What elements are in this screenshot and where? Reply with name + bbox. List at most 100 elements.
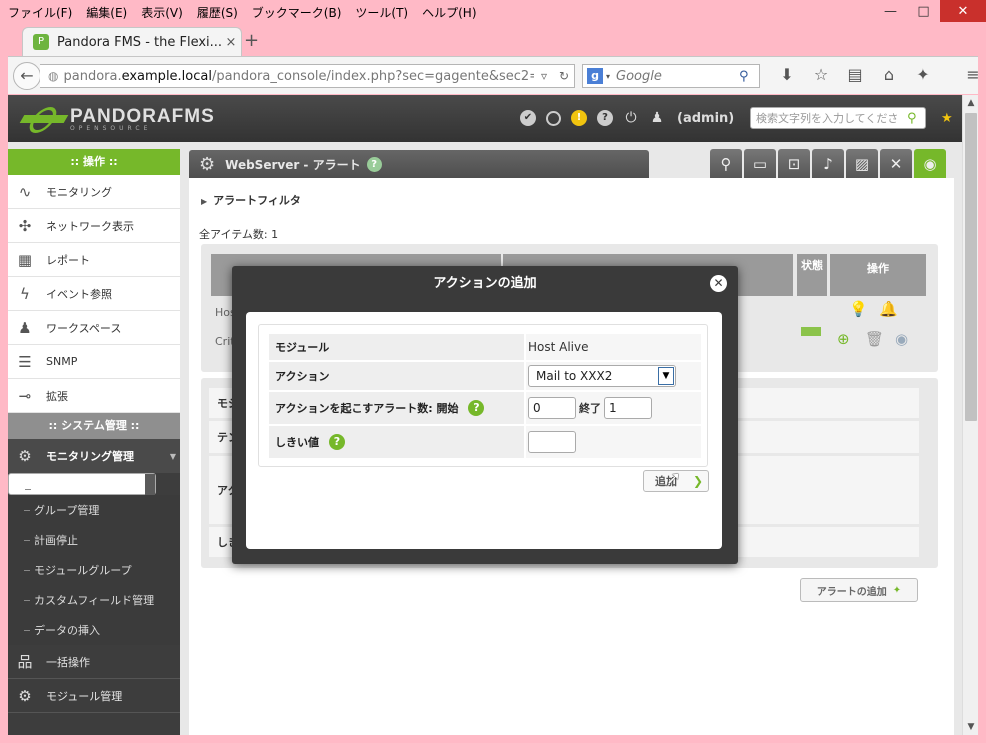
gear-icon: ⚙ xyxy=(199,153,216,175)
menu-view[interactable]: 表示(V) xyxy=(141,4,183,21)
menu-bookmarks[interactable]: ブックマーク(B) xyxy=(252,4,342,21)
menu-help[interactable]: ヘルプ(H) xyxy=(422,4,476,21)
sidebar-subitem-module-groups[interactable]: モジュールグループ xyxy=(8,555,180,585)
sidebar-item-monitoring-admin[interactable]: ⚙ モニタリング管理 ▼ xyxy=(8,439,180,473)
add-alert-label: アラートの追加 xyxy=(816,586,887,598)
sidebar-item-extensions[interactable]: ⊸ 拡張 xyxy=(8,379,180,413)
bell-icon[interactable]: 🔔 xyxy=(879,300,898,318)
menu-tools[interactable]: ツール(T) xyxy=(355,4,408,21)
sidebar-item-label: SNMP xyxy=(46,355,78,368)
browser-tab[interactable]: P Pandora FMS - the Flexi... × xyxy=(22,27,242,56)
add-icon[interactable]: ⊕ xyxy=(837,330,850,348)
module-admin-icon: ⚙ xyxy=(18,686,32,705)
sidebar-subitem-custom-fields[interactable]: カスタムフィールド管理 xyxy=(8,585,180,615)
sidebar-subitem-downtime[interactable]: 計画停止 xyxy=(8,525,180,555)
tab-tools-icon[interactable]: ✕ xyxy=(880,149,912,179)
user-name[interactable]: (admin) xyxy=(677,111,734,126)
close-window-button[interactable]: ✕ xyxy=(940,0,986,22)
sidebar-subitem-label: 計画停止 xyxy=(34,534,78,547)
reload-icon[interactable]: ↻ xyxy=(554,69,574,83)
sidebar-item-events[interactable]: ϟ イベント参照 xyxy=(8,277,180,311)
search-bar[interactable]: g ▾ Google ⚲ xyxy=(582,64,760,88)
sidebar-item-monitoring[interactable]: ∿ モニタリング xyxy=(8,175,180,209)
minimize-button[interactable]: — xyxy=(874,0,907,22)
tab-graphs-icon[interactable]: ▨ xyxy=(846,149,878,179)
action-select-value: Mail to XXX2 xyxy=(536,369,613,383)
help-icon[interactable]: ? xyxy=(329,434,345,450)
sidebar-item-label: 拡張 xyxy=(46,389,68,403)
url-bar[interactable]: ◍ pandora.example.local/pandora_console/… xyxy=(40,64,575,88)
warning-icon[interactable]: ! xyxy=(571,110,587,126)
close-icon[interactable]: ✕ xyxy=(710,275,727,292)
tab-search-icon[interactable]: ⚲ xyxy=(710,149,742,179)
sidebar-item-workspace[interactable]: ♟ ワークスペース xyxy=(8,311,180,345)
menu-history[interactable]: 履歴(S) xyxy=(197,4,238,21)
addon-icon[interactable]: ✦ xyxy=(906,65,940,84)
sidebar-item-bulk[interactable]: 品 一括操作 xyxy=(8,645,180,679)
pandora-header: PANDORAFMS OPENSOURCE ✔ ! ? ⏻ ♟ (admin) … xyxy=(8,95,962,142)
home-icon[interactable]: ⌂ xyxy=(872,65,906,84)
page-scrollbar[interactable]: ▲ ▼ xyxy=(962,95,978,735)
maximize-button[interactable]: □ xyxy=(907,0,940,22)
help-icon[interactable]: ? xyxy=(597,110,613,126)
status-ok-icon[interactable]: ✔ xyxy=(520,110,536,126)
fire-end-input[interactable]: 1 xyxy=(604,397,652,419)
user-icon: ♟ xyxy=(18,318,32,337)
fire-end-label: 終了 xyxy=(579,402,601,415)
sidebar-item-label: イベント参照 xyxy=(46,287,112,301)
fire-start-input[interactable]: 0 xyxy=(528,397,576,419)
engine-dropdown-icon[interactable]: ▾ xyxy=(606,72,610,81)
trash-icon[interactable]: 🗑 xyxy=(865,330,884,348)
menu-icon[interactable]: ≡ xyxy=(956,65,986,84)
new-tab-button[interactable]: + xyxy=(244,30,259,51)
google-icon[interactable]: g xyxy=(587,68,603,84)
action-select[interactable]: Mail to XXX2 ▼ xyxy=(528,365,676,387)
header-search-input[interactable]: 検索文字列を入力してくださ ⚲ xyxy=(750,107,926,129)
add-alert-button[interactable]: アラートの追加 ✦ xyxy=(800,578,918,602)
sidebar-subitem-agents[interactable]: エージェント管理 xyxy=(8,473,156,504)
search-placeholder: Google xyxy=(616,68,662,84)
sidebar-item-label: モニタリング管理 xyxy=(46,450,134,463)
help-icon[interactable]: ? xyxy=(468,400,485,416)
scrollbar-thumb[interactable] xyxy=(965,113,977,421)
user-icon[interactable]: ♟ xyxy=(649,110,665,126)
sidebar-item-reports[interactable]: ▦ レポート xyxy=(8,243,180,277)
download-icon[interactable]: ⬇ xyxy=(770,65,804,84)
favorite-star-icon[interactable]: ★ xyxy=(941,111,953,126)
alert-filter-toggle[interactable]: ▶ アラートフィルタ xyxy=(201,192,301,208)
sidebar-item-modules[interactable]: ⚙ モジュール管理 xyxy=(8,679,180,713)
bookmarks-list-icon[interactable]: ▤ xyxy=(838,65,872,84)
sidebar-subitem-label: グループ管理 xyxy=(34,504,100,517)
tab-alerts-icon[interactable]: ♪ xyxy=(812,149,844,179)
menu-edit[interactable]: 編集(E) xyxy=(86,4,127,21)
chevron-down-icon[interactable]: ▼ xyxy=(658,367,674,385)
refresh-icon[interactable] xyxy=(546,110,561,126)
tab-view-icon[interactable]: ◉ xyxy=(914,149,946,179)
sidebar-item-network[interactable]: ✣ ネットワーク表示 xyxy=(8,209,180,243)
tab-agent-icon[interactable]: ▭ xyxy=(744,149,776,179)
scroll-up-icon[interactable]: ▲ xyxy=(963,95,979,111)
scroll-down-icon[interactable]: ▼ xyxy=(963,719,979,735)
header-search-icon[interactable]: ⚲ xyxy=(907,111,925,126)
pandora-logo[interactable]: PANDORAFMS OPENSOURCE xyxy=(22,105,215,132)
search-icon[interactable]: ⚲ xyxy=(739,69,759,84)
sidebar-subitem-groups[interactable]: グループ管理 xyxy=(8,495,180,525)
sidebar-subitem-insert-data[interactable]: データの挿入 xyxy=(8,615,180,645)
bulb-icon[interactable]: 💡 xyxy=(849,300,868,318)
bookmark-star-icon[interactable]: ☆ xyxy=(804,65,838,84)
sidebar-item-label: ネットワーク表示 xyxy=(46,219,134,233)
tab-modules-icon[interactable]: ⊡ xyxy=(778,149,810,179)
logout-icon[interactable]: ⏻ xyxy=(623,110,639,126)
eye-icon[interactable]: ◉ xyxy=(895,330,908,348)
tab-close-icon[interactable]: × xyxy=(221,35,241,50)
back-button[interactable]: ← xyxy=(13,62,41,90)
sidebar-item-snmp[interactable]: ☰ SNMP xyxy=(8,345,180,379)
module-value: Host Alive xyxy=(526,334,701,360)
dropdown-icon[interactable]: ▿ xyxy=(534,69,554,83)
menu-file[interactable]: ファイル(F) xyxy=(8,4,72,21)
help-icon[interactable]: ? xyxy=(366,156,382,172)
sidebar-item-label: モジュール管理 xyxy=(46,689,123,703)
globe-icon: ◍ xyxy=(48,69,59,83)
sidebar-subitem-label: エージェント管理 xyxy=(16,477,112,492)
threshold-input[interactable] xyxy=(528,431,576,453)
